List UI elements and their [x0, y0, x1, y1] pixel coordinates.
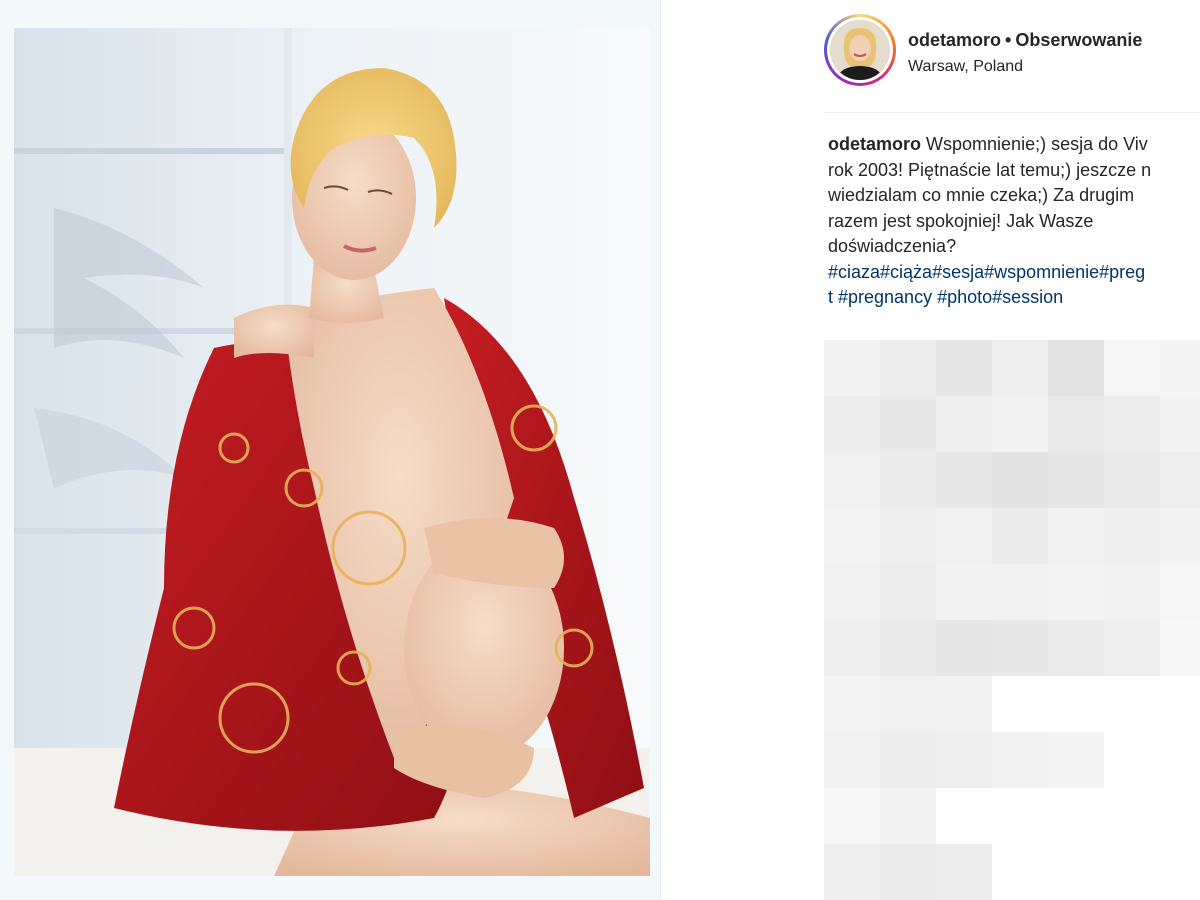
post-header: odetamoro • Obserwowanie Warsaw, Poland [824, 14, 1200, 90]
post-photo[interactable] [14, 28, 650, 876]
post-details-panel: odetamoro • Obserwowanie Warsaw, Poland od… [790, 0, 1200, 900]
username-link[interactable]: odetamoro [908, 30, 1001, 50]
caption-username-link[interactable]: odetamoro [828, 134, 921, 154]
pixelated-comments [824, 340, 1200, 900]
post-photo-illustration [14, 28, 650, 876]
header-divider [824, 112, 1200, 113]
profile-photo-icon [830, 20, 890, 80]
hashtags-line-2[interactable]: t #pregnancy #photo#session [828, 285, 1200, 311]
caption-line-4: razem jest spokojniej! Jak Wasze [828, 210, 1094, 231]
hashtags-line-1[interactable]: #ciaza#ciąża#sesja#wspomnienie#preg [828, 260, 1200, 286]
separator-dot: • [1005, 30, 1012, 50]
caption-line-5: doświadczenia? [828, 236, 957, 256]
caption-text-1: Wspomnienie;) sesja do Viv [926, 134, 1148, 154]
photo-pane [0, 0, 660, 900]
avatar[interactable] [824, 14, 896, 86]
caption-line-3: wiedzialam co mnie czeka;) Za drugim [828, 185, 1135, 205]
caption: odetamoro Wspomnienie;) sesja do Viv rok… [828, 132, 1200, 311]
caption-line-2: rok 2003! Piętnaście lat temu;) jeszcze … [828, 159, 1152, 180]
panel-divider [660, 0, 661, 900]
follow-button[interactable]: Obserwowanie [1015, 30, 1142, 50]
post-username-line: odetamoro • Obserwowanie [908, 30, 1142, 51]
caption-line-1: odetamoro Wspomnienie;) sesja do Viv [828, 132, 1200, 158]
location-link[interactable]: Warsaw, Poland [908, 58, 1023, 76]
